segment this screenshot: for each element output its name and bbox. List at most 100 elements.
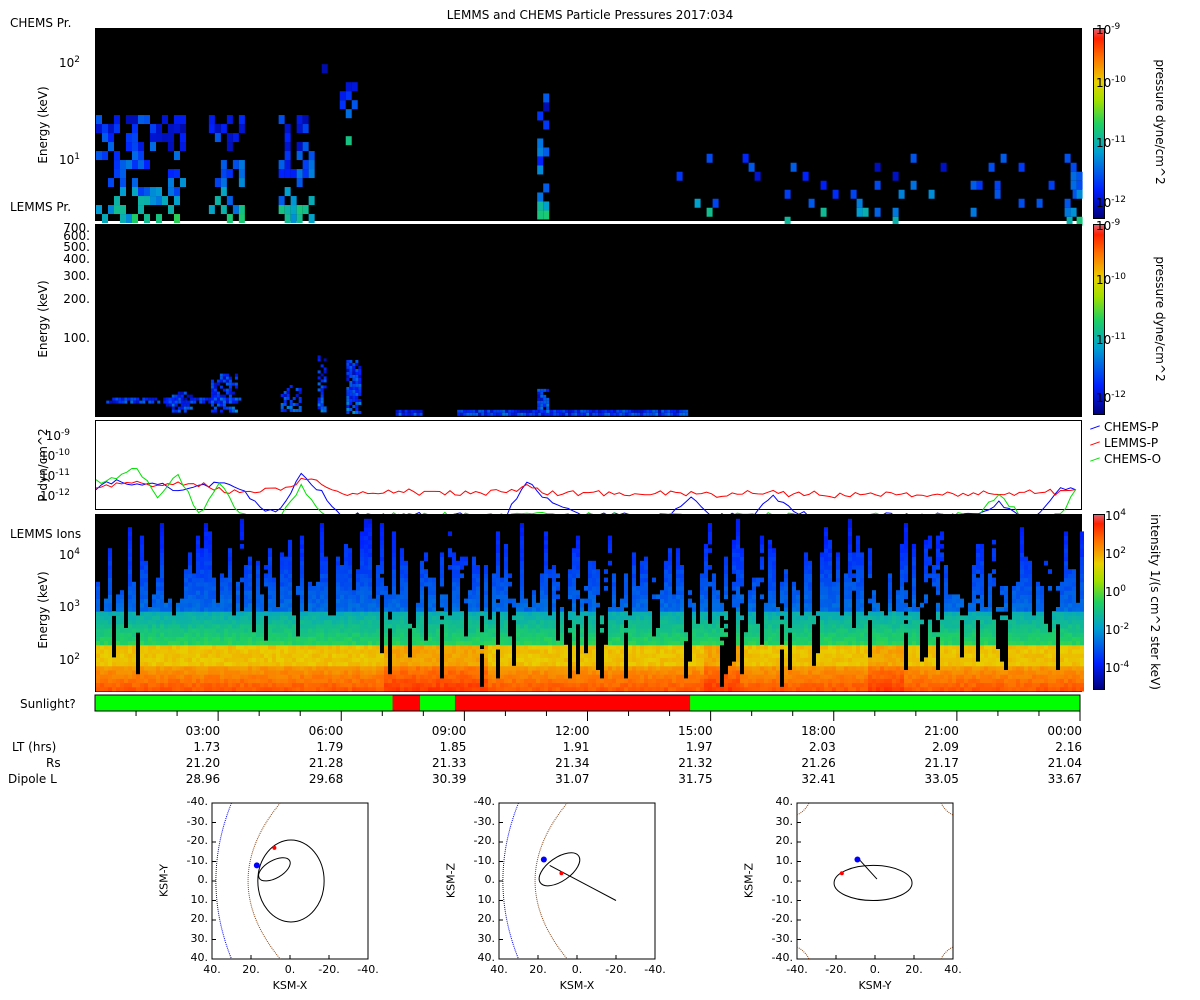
- spectrogram-cell: [100, 644, 104, 650]
- spectrogram-cell: [736, 665, 740, 671]
- spectrogram-cell: [212, 674, 216, 679]
- spectrogram-cell: [320, 409, 324, 413]
- spectrogram-cell: [520, 560, 524, 566]
- spectrogram-cell: [572, 627, 576, 633]
- spectrogram-cell: [196, 648, 200, 654]
- spectrogram-cell: [320, 560, 324, 566]
- spectrogram-cell: [636, 669, 640, 675]
- spectrogram-cell: [248, 627, 252, 633]
- spectrogram-cell: [364, 669, 368, 675]
- spectrogram-cell: [288, 573, 292, 579]
- spectrogram-cell: [320, 585, 324, 591]
- spectrogram-cell: [140, 543, 144, 549]
- spectrogram-cell: [548, 682, 552, 688]
- spectrogram-cell: [352, 594, 356, 600]
- spectrogram-cell: [308, 151, 315, 161]
- spectrogram-cell: [164, 669, 168, 675]
- spectrogram-cell: [96, 581, 100, 587]
- spectrogram-cell: [704, 636, 708, 642]
- spectrogram-cell: [520, 581, 524, 587]
- spectrogram-cell: [248, 556, 252, 562]
- spectrogram-cell: [268, 552, 272, 558]
- spectrogram-cell: [716, 594, 720, 600]
- spectrogram-cell: [632, 594, 636, 600]
- spectrogram-cell: [355, 392, 359, 396]
- spectrogram-cell: [308, 661, 312, 667]
- spectrogram-cell: [668, 573, 672, 579]
- spectrogram-cell: [372, 636, 376, 642]
- spectrogram-cell: [480, 611, 484, 616]
- spectrogram-cell: [132, 585, 136, 591]
- spectrogram-cell: [332, 632, 336, 637]
- spectrogram-cell: [364, 627, 368, 633]
- spectrogram-cell: [144, 644, 148, 650]
- spectrogram-cell: [300, 556, 304, 562]
- spectrogram-cell: [432, 615, 436, 621]
- spectrogram-cell: [537, 394, 541, 398]
- spectrogram-cell: [108, 657, 112, 663]
- spectrogram-cell: [744, 686, 748, 692]
- spectrogram-cell: [664, 686, 668, 692]
- spectrogram-cell: [188, 674, 192, 679]
- spectrogram-cell: [376, 632, 380, 637]
- spectrogram-cell: [740, 682, 744, 688]
- spectrogram-cell: [550, 412, 554, 416]
- spectrogram-cell: [696, 644, 700, 650]
- spectrogram-cell: [300, 678, 304, 684]
- spectrogram-cell: [332, 665, 336, 671]
- spectrogram-cell: [184, 682, 188, 688]
- spectrogram-cell: [312, 678, 316, 684]
- spectrogram-cell: [584, 686, 588, 692]
- spectrogram-cell: [140, 606, 144, 612]
- spectrogram-cell: [660, 648, 664, 654]
- spectrogram-cell: [464, 669, 468, 675]
- spectrogram-cell: [200, 678, 204, 684]
- spectrogram-cell: [700, 627, 704, 633]
- spectrogram-cell: [476, 640, 480, 646]
- spectrogram-cell: [776, 686, 780, 692]
- spectrogram-cell: [456, 564, 460, 570]
- spectrogram-cell: [536, 632, 540, 637]
- spectrogram-cell: [272, 636, 276, 642]
- spectrogram-cell: [280, 606, 284, 612]
- spectrogram-cell: [764, 678, 768, 684]
- spectrogram-cell: [444, 623, 448, 629]
- spectrogram-cell: [352, 362, 356, 366]
- spectrogram-cell: [588, 657, 592, 663]
- spectrogram-cell: [200, 661, 204, 667]
- spectrogram-cell: [492, 657, 496, 663]
- spectrogram-cell: [356, 632, 360, 637]
- spectrogram-cell: [532, 611, 536, 616]
- spectrogram-cell: [164, 611, 168, 616]
- spectrogram-cell: [420, 661, 424, 667]
- spectrogram-cell: [231, 406, 235, 410]
- spectrogram-cell: [436, 623, 440, 629]
- spectrogram-cell: [160, 577, 164, 583]
- spectrogram-cell: [288, 682, 292, 688]
- spectrogram-cell: [376, 669, 380, 675]
- spectrogram-cell: [336, 611, 340, 616]
- spectrogram-cell: [348, 585, 352, 591]
- spectrogram-cell: [752, 606, 756, 612]
- spectrogram-cell: [200, 653, 204, 658]
- spectrogram-cell: [352, 636, 356, 642]
- spectrogram-cell: [764, 627, 768, 633]
- spectrogram-cell: [142, 397, 146, 401]
- spectrogram-cell: [360, 632, 364, 637]
- series-line-lemms-p: [95, 477, 1076, 499]
- spectrogram-cell: [252, 682, 256, 688]
- spectrogram-cell: [384, 632, 388, 637]
- spectrogram-cell: [264, 657, 268, 663]
- spectrogram-cell: [320, 657, 324, 663]
- spectrogram-cell: [284, 602, 288, 608]
- spectrogram-cell: [164, 661, 168, 667]
- spectrogram-cell: [508, 648, 512, 654]
- spectrogram-cell: [180, 648, 184, 654]
- spectrogram-cell: [520, 657, 524, 663]
- spectrogram-cell: [180, 665, 184, 671]
- spectrogram-cell: [592, 632, 596, 637]
- spectrogram-cell: [248, 661, 252, 667]
- spectrogram-cell: [564, 657, 568, 663]
- spectrogram-cell: [564, 648, 568, 654]
- spectrogram-cell: [676, 644, 680, 650]
